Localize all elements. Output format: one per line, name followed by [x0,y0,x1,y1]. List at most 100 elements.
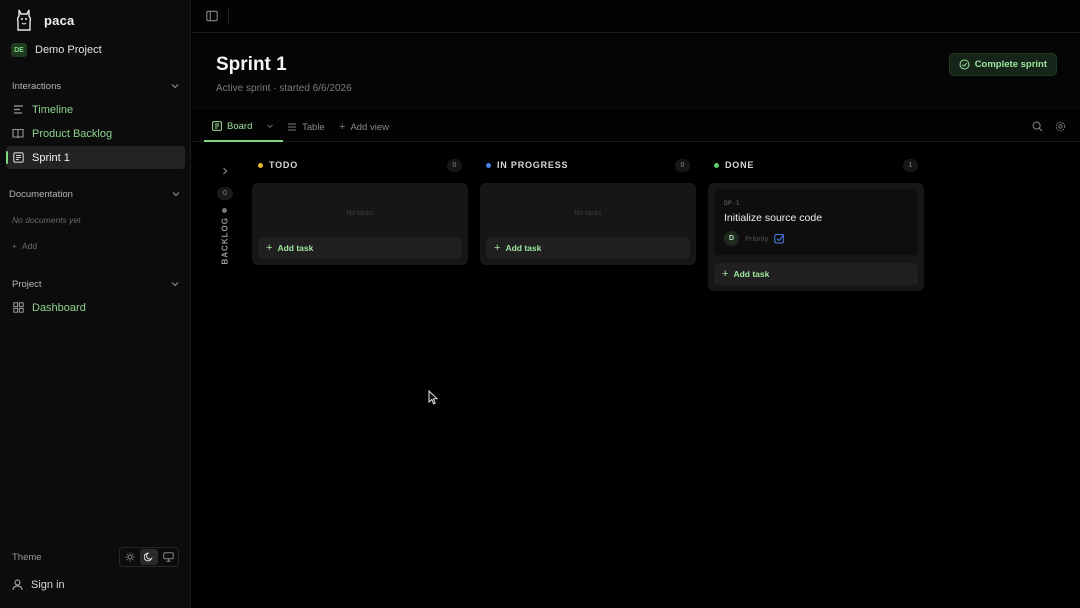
theme-toggle [119,547,179,567]
complete-sprint-button[interactable]: Complete sprint [948,53,1057,76]
plus-icon: + [339,121,346,133]
project-switcher[interactable]: DE Demo Project [11,41,102,59]
sidebar: paca DE Demo Project Interactions Timeli… [0,0,191,608]
priority-label[interactable]: Priority [745,234,768,243]
sidebar-toggle-icon[interactable] [206,10,218,22]
sign-in-button[interactable]: Sign in [12,579,65,591]
add-view-button[interactable]: + Add view [339,112,389,142]
add-document-button[interactable]: + Add [12,241,37,251]
column-body: No tasks + Add task [480,183,696,265]
tab-label: Add view [350,121,389,133]
moon-icon[interactable] [140,549,158,565]
column-title: IN PROGRESS [486,160,568,170]
column-count: 0 [675,158,690,172]
group-title: Documentation [9,188,73,200]
empty-column-text: No tasks [574,209,602,217]
task-card[interactable]: DP-1 Initialize source code D Priority [714,189,918,255]
theme-label: Theme [12,551,42,563]
column-title: TODO [258,160,298,170]
column-in-progress: IN PROGRESS 0 No tasks + Add task [480,157,696,265]
chevron-down-icon [171,282,179,287]
user-icon [12,579,23,591]
brand[interactable]: paca [14,7,74,33]
sidebar-item-timeline[interactable]: Timeline [6,98,185,121]
column-name: TODO [269,160,299,170]
list-icon [288,123,296,131]
project-badge: DE [11,43,27,57]
checkbox-icon[interactable] [774,233,785,244]
sidebar-item-label: Timeline [32,103,74,116]
group-interactions[interactable]: Interactions [12,78,180,94]
group-documentation[interactable]: Documentation [9,186,181,202]
sidebar-item-label: Dashboard [32,301,86,314]
backlog-rail[interactable]: 0 BACKLOG [215,160,235,270]
book-icon [12,128,24,140]
divider [228,9,229,23]
sidebar-item-label: Sprint 1 [32,151,70,164]
chevron-down-icon [172,192,180,197]
backlog-count: 0 [217,187,233,200]
tab-label: Board [227,120,253,132]
backlog-label: BACKLOG [220,217,230,265]
board-icon [212,121,222,131]
add-document-label: Add [21,241,38,251]
app-name: paca [44,12,75,28]
empty-documents-text: No documents yet [12,215,81,225]
column-name: IN PROGRESS [497,160,569,170]
chevron-right-icon[interactable] [220,166,230,176]
add-task-label: Add task [277,243,314,253]
tab-board[interactable]: Board [204,112,284,142]
status-dot [486,162,491,168]
group-title: Interactions [12,80,62,92]
project-name: Demo Project [35,44,102,56]
list-icon [12,104,24,116]
status-dot [258,162,263,168]
theme-switcher: Theme [12,547,179,567]
search-icon[interactable] [1032,121,1043,132]
add-task-label: Add task [733,269,770,279]
alpaca-logo-icon [16,9,32,31]
sidebar-item-product-backlog[interactable]: Product Backlog [6,122,185,145]
empty-column-text: No tasks [346,209,374,217]
mouse-cursor-icon [428,390,438,405]
column-body: DP-1 Initialize source code D Priority +… [708,183,924,291]
check-circle-icon [959,59,970,70]
backlog-dot [222,208,227,213]
chevron-down-icon[interactable] [265,121,275,131]
status-dot [714,162,719,168]
plus-icon: + [722,268,729,280]
grid-icon [12,302,24,314]
group-project[interactable]: Project [12,276,180,292]
column-body: No tasks + Add task [252,183,468,265]
sun-icon[interactable] [121,549,139,565]
column-name: DONE [725,160,755,170]
sidebar-item-dashboard[interactable]: Dashboard [6,296,185,319]
add-task-button[interactable]: + Add task [486,237,690,259]
task-key: DP-1 [724,199,740,207]
add-task-button[interactable]: + Add task [714,263,918,285]
page-title: Sprint 1 [216,54,287,75]
chevron-down-icon [171,84,179,89]
board-tools [1032,121,1066,132]
column-header: DONE 1 [708,157,924,173]
group-title: Project [12,278,42,290]
tab-table[interactable]: Table [287,112,325,142]
complete-sprint-label: Complete sprint [974,59,1047,70]
task-meta: D Priority [724,231,908,246]
view-tabs: Board Table + Add view [192,112,1080,142]
gear-icon[interactable] [1055,121,1066,132]
task-title: Initialize source code [724,212,823,224]
monitor-icon[interactable] [159,549,177,565]
column-title: DONE [714,160,754,170]
plus-icon: + [494,242,501,254]
add-task-button[interactable]: + Add task [258,237,462,259]
sidebar-item-label: Product Backlog [32,127,113,140]
avatar[interactable]: D [724,231,739,246]
sidebar-item-sprint-1[interactable]: Sprint 1 [6,146,185,169]
column-done: DONE 1 DP-1 Initialize source code D Pri… [708,157,924,291]
page-subtitle: Active sprint · started 6/6/2026 [216,83,352,94]
plus-icon: + [12,241,17,251]
tab-label: Table [302,121,325,133]
top-bar [192,0,1080,33]
add-task-label: Add task [505,243,542,253]
